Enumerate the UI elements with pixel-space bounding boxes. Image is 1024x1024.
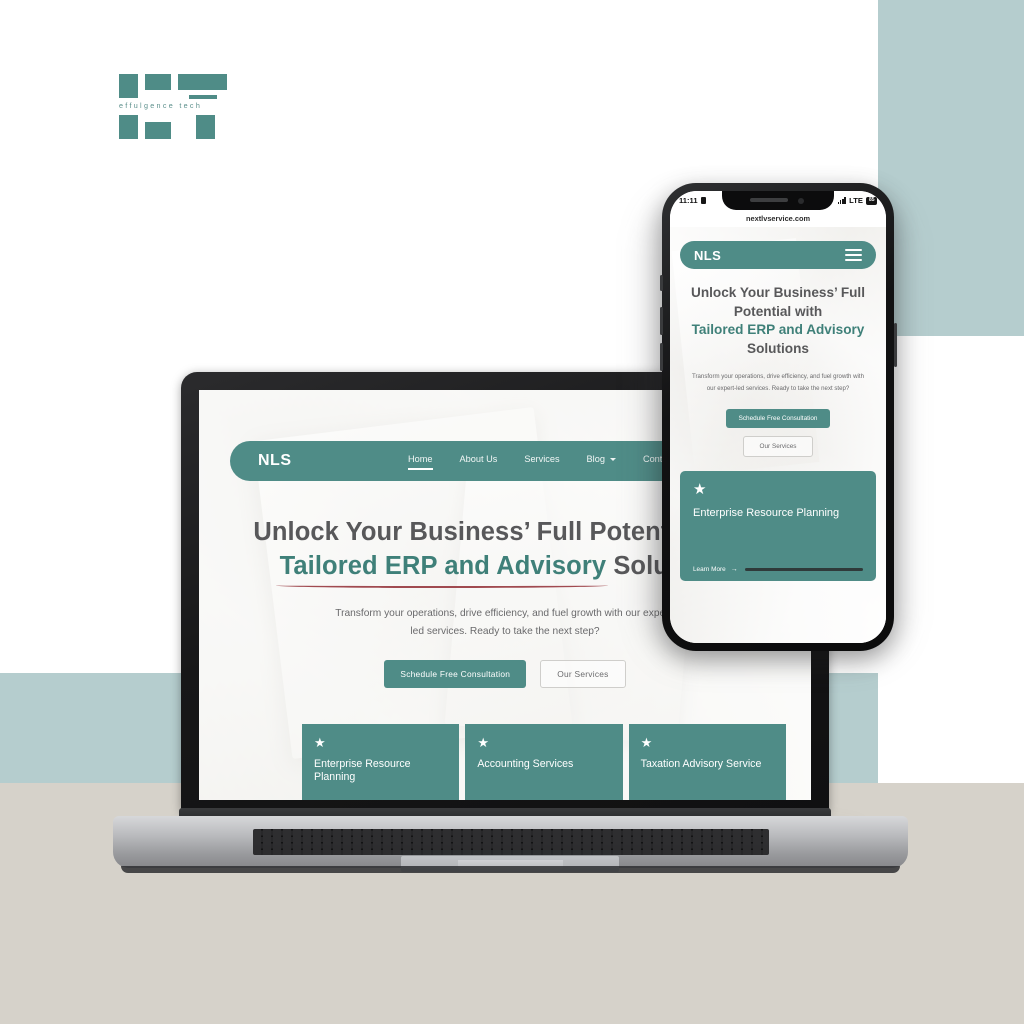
phone-volume-down-button[interactable] [659, 343, 663, 371]
service-card-taxation-title: Taxation Advisory Service [640, 758, 762, 770]
phone-volume-up-button[interactable] [659, 307, 663, 335]
logo-block-6 [145, 122, 171, 139]
phone-navbar: NLS [680, 241, 876, 269]
phone-screen: 11:11 LTE 85 nextlvservice.com NLS Unloc… [670, 191, 886, 643]
laptop-base-foot [121, 866, 900, 873]
card-carousel-scrollbar[interactable] [744, 568, 863, 571]
laptop-keyboard [253, 829, 769, 855]
phone-power-button[interactable] [893, 323, 897, 367]
star-icon: ★ [477, 735, 489, 750]
logo-block-1 [119, 74, 138, 98]
service-card-erp-title: Enterprise Resource Planning [314, 758, 411, 784]
phone-mute-switch[interactable] [659, 275, 663, 291]
desktop-hero-heading-accent: Tailored ERP and Advisory [275, 550, 608, 588]
phone-service-card-title: Enterprise Resource Planning [693, 507, 840, 519]
desktop-site-logo[interactable]: NLS [258, 452, 408, 470]
logo-wordmark: effulgence tech [119, 101, 203, 110]
star-icon: ★ [693, 481, 707, 498]
status-bar-time: 11:11 [679, 196, 698, 205]
front-camera-icon [798, 197, 804, 204]
phone-hero-heading-line2: Potential with [733, 303, 823, 319]
schedule-free-consultation-button[interactable]: Schedule Free Consultation [384, 660, 527, 689]
phone-site-logo[interactable]: NLS [694, 248, 721, 263]
nav-item-home-label: Home [408, 454, 433, 464]
battery-icon: 85 [866, 196, 877, 205]
service-card-taxation[interactable]: ★ Taxation Advisory Service [628, 724, 786, 800]
phone-hero-paragraph: Transform your operations, drive efficie… [692, 373, 864, 392]
phone-our-services-button[interactable]: Our Services [742, 435, 814, 457]
effulgence-tech-logo: effulgence tech [119, 74, 227, 139]
phone-notch [722, 191, 834, 210]
chevron-down-icon [609, 457, 616, 461]
nav-item-home[interactable]: Home [408, 454, 433, 470]
service-card-accounting[interactable]: ★ Accounting Services [465, 724, 623, 800]
nav-item-blog-label: Blog [586, 454, 605, 464]
browser-url-text: nextlvservice.com [745, 214, 811, 223]
desktop-hero-paragraph: Transform your operations, drive efficie… [335, 608, 675, 637]
nav-item-about-us-label: About Us [459, 454, 498, 464]
phone-body: 11:11 LTE 85 nextlvservice.com NLS Unloc… [659, 183, 897, 651]
phone-hero-heading-accent: Tailored ERP and Advisory [691, 322, 865, 338]
composition-stage: effulgence tech NLS Home About Us Servic… [0, 0, 1024, 1024]
phone-hero: Unlock Your Business’ Full Potential wit… [670, 284, 886, 457]
phone-mockup: 11:11 LTE 85 nextlvservice.com NLS Unloc… [650, 183, 900, 659]
earpiece-speaker [750, 198, 788, 202]
desktop-service-cards: ★ Enterprise Resource Planning ★ Account… [302, 724, 786, 800]
browser-url-bar[interactable]: nextlvservice.com [670, 210, 886, 227]
phone-schedule-free-consultation-button[interactable]: Schedule Free Consultation [725, 408, 831, 428]
service-card-accounting-title: Accounting Services [477, 758, 574, 770]
phone-hero-actions: Schedule Free Consultation Our Services [679, 408, 877, 457]
nav-item-blog[interactable]: Blog [587, 454, 616, 468]
our-services-button[interactable]: Our Services [540, 660, 626, 689]
logo-block-3 [178, 74, 227, 90]
nav-item-services-label: Services [524, 454, 560, 464]
laptop-base [113, 808, 908, 873]
phone-service-card-footer: Learn More → [693, 566, 863, 573]
logo-block-5 [119, 115, 138, 139]
phone-hero-heading-tail: Solutions [747, 340, 809, 356]
star-icon: ★ [314, 735, 326, 750]
phone-service-card-erp[interactable]: ★ Enterprise Resource Planning Learn Mor… [680, 471, 876, 581]
service-card-erp[interactable]: ★ Enterprise Resource Planning [302, 724, 460, 800]
learn-more-link[interactable]: Learn More [693, 566, 726, 573]
hamburger-menu-icon[interactable] [845, 248, 862, 262]
desktop-nav-links: Home About Us Services Blog Contact [408, 454, 688, 470]
logo-block-2 [145, 74, 171, 90]
status-bar-network: LTE [849, 196, 863, 205]
star-icon: ★ [640, 735, 653, 750]
logo-block-7 [196, 115, 215, 139]
phone-hero-heading-line1: Unlock Your Business’ Full [691, 285, 865, 300]
sim-card-icon [700, 197, 706, 204]
phone-website: NLS Unlock Your Business’ Full Potential… [670, 227, 886, 643]
desktop-hero-actions: Schedule Free Consultation Our Services [199, 660, 811, 689]
logo-block-4 [189, 95, 217, 99]
nav-item-services[interactable]: Services [524, 454, 559, 468]
status-bar-right: LTE 85 [838, 196, 877, 205]
status-bar-left: 11:11 [679, 196, 706, 205]
arrow-right-icon: → [730, 566, 738, 573]
nav-item-about-us[interactable]: About Us [460, 454, 498, 468]
phone-hero-heading: Unlock Your Business’ Full Potential wit… [679, 284, 877, 358]
signal-bars-icon [838, 197, 846, 204]
